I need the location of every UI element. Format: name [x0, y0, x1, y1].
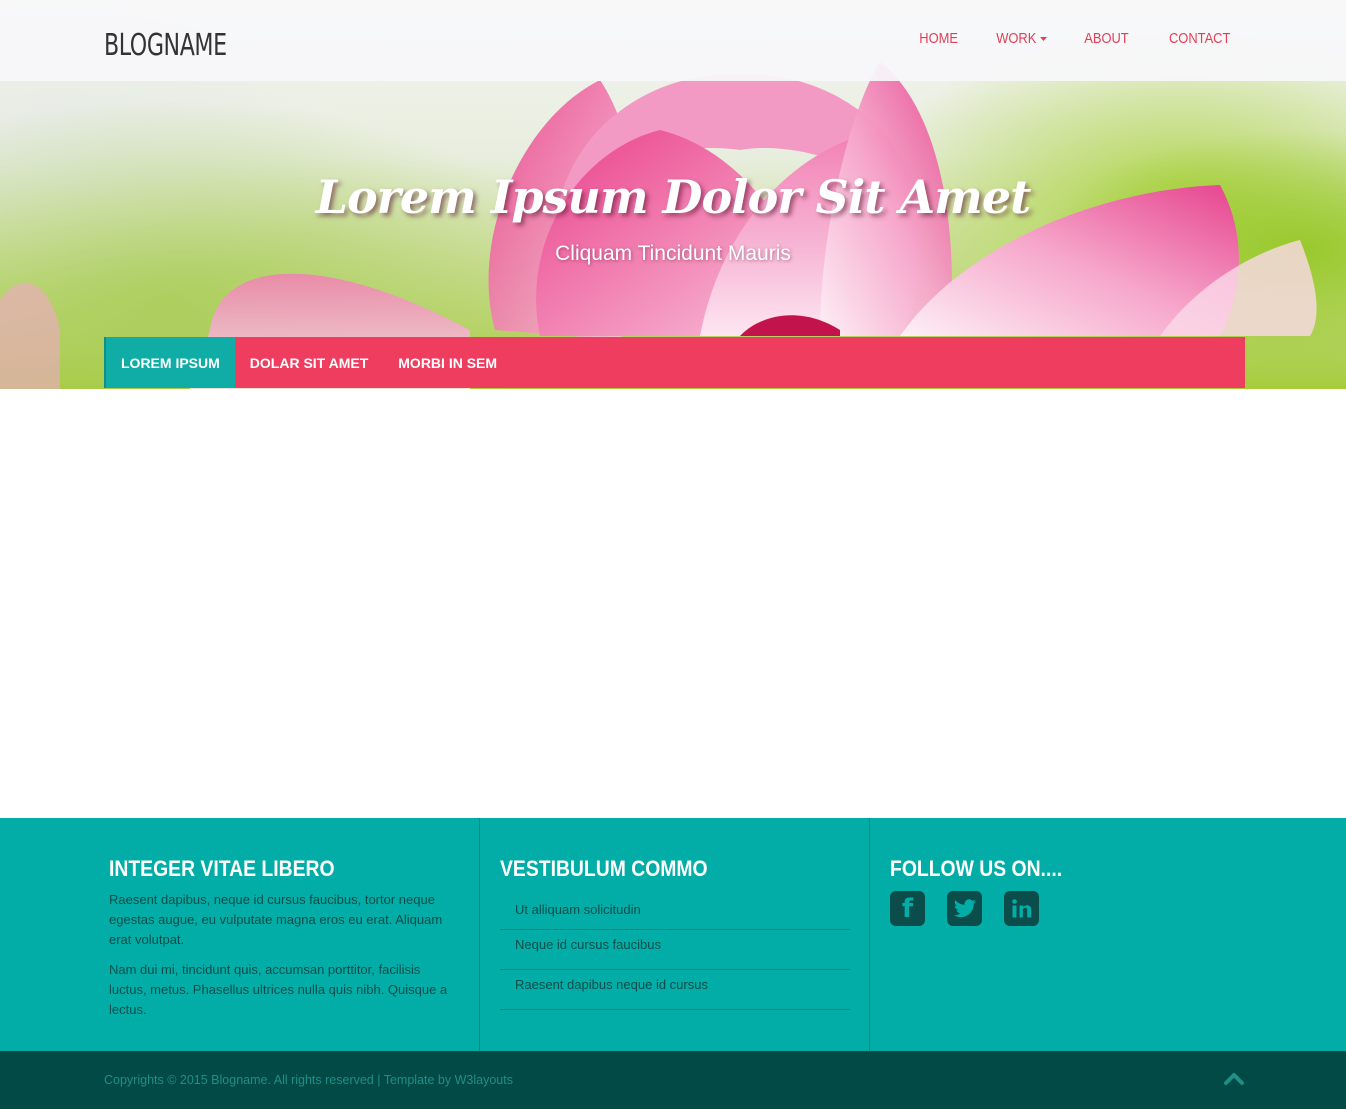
nav-about[interactable]: ABOUT [1084, 30, 1128, 47]
footer-column-about: INTEGER VITAE LIBERO Raesent dapibus, ne… [0, 818, 479, 1051]
subnav-dolar-sit-amet[interactable]: DOLAR SIT AMET [235, 337, 383, 388]
brand-logo[interactable]: BLOGNAME [104, 28, 227, 63]
footer-heading: FOLLOW US ON.... [890, 856, 1063, 881]
footer-heading: INTEGER VITAE LIBERO [109, 856, 335, 881]
nav-contact-label: CONTACT [1168, 30, 1230, 47]
linkedin-icon[interactable] [1004, 891, 1039, 926]
caret-down-icon [1040, 36, 1047, 41]
facebook-icon[interactable]: f [890, 891, 925, 926]
footer-column-social: FOLLOW US ON.... f [869, 818, 1346, 1051]
subnav-morbi-in-sem[interactable]: MORBI IN SEM [383, 337, 512, 388]
hero-subtitle: Cliquam Tincidunt Mauris [555, 242, 791, 265]
twitter-icon[interactable] [947, 891, 982, 926]
nav-about-label: ABOUT [1084, 30, 1129, 47]
nav-home-label: HOME [919, 30, 959, 47]
subnav-lorem-ipsum[interactable]: LOREM IPSUM [104, 337, 235, 388]
social-icons: f [890, 891, 1039, 926]
footer-link[interactable]: Ut alliquam solicitudin [500, 898, 850, 930]
footer-heading: VESTIBULUM COMMO [500, 856, 708, 881]
scroll-to-top-icon[interactable] [1224, 1071, 1244, 1087]
footer-column-links: VESTIBULUM COMMO Ut alliquam solicitudin… [479, 818, 870, 1051]
nav-work[interactable]: WORK [996, 30, 1047, 47]
sub-navigation: LOREM IPSUM DOLAR SIT AMET MORBI IN SEM [104, 337, 1245, 388]
nav-contact[interactable]: CONTACT [1169, 30, 1230, 47]
copyright-bar: Copyrights © 2015 Blogname. All rights r… [0, 1051, 1346, 1109]
footer-paragraph: Nam dui mi, tincidunt quis, accumsan por… [109, 962, 448, 1017]
copyright-text: Copyrights © 2015 Blogname. All rights r… [104, 1073, 513, 1087]
footer-paragraph: Raesent dapibus, neque id cursus faucibu… [109, 892, 443, 947]
footer-link[interactable]: Neque id cursus faucibus [500, 930, 850, 970]
nav-work-label: WORK [996, 30, 1037, 47]
hero-banner: BLOGNAME HOME WORK ABOUT CONTACT Lorem I… [0, 0, 1346, 389]
footer-link[interactable]: Raesent dapibus neque id cursus [500, 970, 850, 1010]
footer-link-list: Ut alliquam solicitudin Neque id cursus … [500, 898, 850, 1010]
top-navbar: BLOGNAME HOME WORK ABOUT CONTACT [0, 0, 1346, 81]
nav-home[interactable]: HOME [920, 30, 959, 47]
footer: INTEGER VITAE LIBERO Raesent dapibus, ne… [0, 818, 1346, 1051]
main-nav: HOME WORK ABOUT CONTACT [883, 30, 1230, 47]
hero-title: Lorem Ipsum Dolor Sit Amet [315, 170, 1032, 224]
